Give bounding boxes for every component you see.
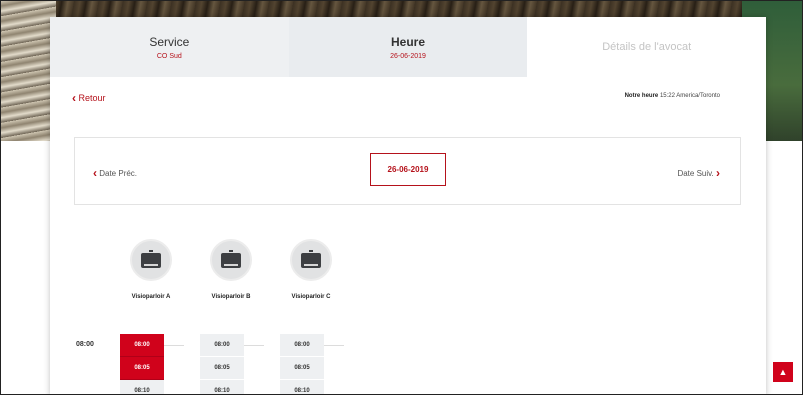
room-c: Visioparloir C bbox=[276, 239, 346, 300]
time-slot[interactable]: 08:10 bbox=[280, 380, 324, 394]
back-link[interactable]: ‹ Retour bbox=[72, 91, 106, 105]
scroll-top-button[interactable]: ▲ bbox=[773, 362, 793, 382]
app-window: Service CO Sud Heure 26-06-2019 Détails … bbox=[0, 0, 803, 395]
time-slot[interactable]: 08:00 bbox=[120, 334, 164, 357]
rooms-grid: 08:00 Visioparloir A 08:00 08:05 08:10 V… bbox=[50, 239, 766, 394]
monitor-icon bbox=[290, 239, 332, 281]
room-c-slots: 08:00 08:05 08:10 bbox=[280, 334, 324, 394]
nav-row: ‹ Retour Notre heure 15:22 America/Toron… bbox=[50, 77, 766, 117]
step-tabs: Service CO Sud Heure 26-06-2019 Détails … bbox=[50, 17, 767, 77]
step-service-title: Service bbox=[149, 34, 190, 49]
current-date[interactable]: 26-06-2019 bbox=[370, 153, 446, 186]
room-a-name: Visioparloir A bbox=[131, 294, 171, 300]
prev-date-label: Date Préc. bbox=[99, 169, 138, 178]
time-slot[interactable]: 08:05 bbox=[200, 357, 244, 380]
room-b: Visioparloir B bbox=[196, 239, 266, 300]
monitor-icon bbox=[130, 239, 172, 281]
next-date-button[interactable]: Date Suiv. › bbox=[677, 166, 720, 180]
back-label: Retour bbox=[78, 93, 106, 103]
step-service[interactable]: Service CO Sud bbox=[50, 17, 289, 77]
time-slot[interactable]: 08:05 bbox=[280, 357, 324, 380]
chevron-up-icon: ▲ bbox=[778, 367, 788, 377]
room-b-name: Visioparloir B bbox=[211, 294, 251, 300]
chevron-right-icon: › bbox=[716, 166, 720, 180]
step-heure[interactable]: Heure 26-06-2019 bbox=[288, 17, 528, 77]
room-c-name: Visioparloir C bbox=[291, 294, 331, 300]
step-details: Détails de l'avocat bbox=[527, 17, 767, 77]
date-picker: ‹ Date Préc. 26-06-2019 Date Suiv. › bbox=[74, 137, 741, 205]
time-note: Notre heure 15:22 America/Toronto bbox=[625, 93, 720, 99]
time-slot[interactable]: 08:10 bbox=[120, 380, 164, 394]
time-slot[interactable]: 08:05 bbox=[120, 357, 164, 380]
chevron-left-icon: ‹ bbox=[72, 91, 76, 105]
prev-date-button[interactable]: ‹ Date Préc. bbox=[93, 166, 137, 180]
step-heure-title: Heure bbox=[391, 34, 426, 49]
time-note-label: Notre heure bbox=[624, 93, 659, 99]
step-details-title: Détails de l'avocat bbox=[602, 41, 692, 53]
time-slot[interactable]: 08:00 bbox=[200, 334, 244, 357]
room-b-slots: 08:00 08:05 08:10 bbox=[200, 334, 244, 394]
chevron-left-icon: ‹ bbox=[93, 166, 97, 180]
row-time-label: 08:00 bbox=[76, 341, 94, 348]
step-heure-sub: 26-06-2019 bbox=[390, 52, 426, 60]
divider bbox=[324, 345, 344, 346]
divider bbox=[244, 345, 264, 346]
room-a-slots: 08:00 08:05 08:10 bbox=[120, 334, 164, 394]
step-service-sub: CO Sud bbox=[156, 52, 182, 60]
room-a: Visioparloir A bbox=[116, 239, 186, 300]
divider bbox=[164, 345, 184, 346]
next-date-label: Date Suiv. bbox=[677, 169, 714, 178]
time-slot[interactable]: 08:00 bbox=[280, 334, 324, 357]
time-slot[interactable]: 08:10 bbox=[200, 380, 244, 394]
monitor-icon bbox=[210, 239, 252, 281]
booking-card: Service CO Sud Heure 26-06-2019 Détails … bbox=[50, 17, 767, 394]
time-note-value: 15:22 America/Toronto bbox=[659, 93, 720, 99]
